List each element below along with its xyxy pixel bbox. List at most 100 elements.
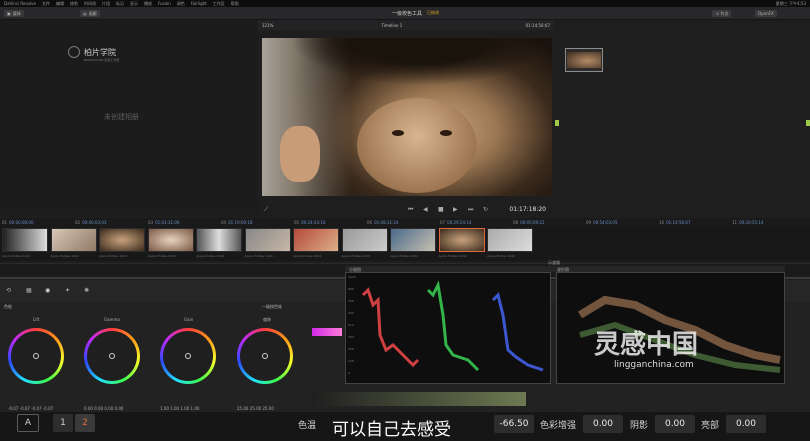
mac-menubar: DaVinci Resolve 文件 编辑 修剪 时间线 片段 标记 显示 播放… — [0, 0, 810, 7]
menu-trim[interactable]: 修剪 — [70, 1, 78, 7]
timeline-item[interactable]: 09 00:54:03:05 — [586, 220, 656, 225]
play-icon[interactable]: ▶ — [453, 206, 458, 213]
clip-thumbnail[interactable] — [147, 228, 194, 252]
clip-thumbnail[interactable] — [50, 228, 97, 252]
menu-help[interactable]: 帮助 — [231, 1, 239, 7]
offset-label: 偏移 — [263, 317, 271, 322]
clip-thumbnail[interactable] — [2, 228, 48, 252]
page-2-button[interactable]: 2 — [75, 414, 95, 432]
nodes-button[interactable]: ⤨ 节点 — [712, 10, 732, 17]
media-button[interactable]: ▣ 媒体 — [4, 10, 24, 17]
clip-thumbnail[interactable] — [99, 228, 145, 252]
menu-color[interactable]: 调色 — [177, 1, 185, 7]
menu-view[interactable]: 显示 — [130, 1, 138, 7]
gain-wheel[interactable] — [160, 328, 216, 384]
timeline-name[interactable]: Timeline 1 — [381, 23, 402, 28]
timeline-item[interactable]: 08 00:05:09:22 — [513, 220, 583, 225]
clip-thumbnail[interactable] — [438, 228, 485, 252]
color-match-icon[interactable]: ▦ — [26, 287, 32, 294]
a-mode-button[interactable]: A — [17, 414, 39, 432]
clip-number: 06 — [367, 220, 373, 225]
clip-thumbnail[interactable] — [487, 228, 533, 252]
gain-label: Gain — [184, 317, 194, 322]
timeline-item[interactable]: 01 00:00:00:00 — [2, 220, 72, 225]
gamma-handle[interactable] — [109, 353, 115, 359]
scope-scale-tick: 128 — [348, 359, 354, 363]
timeline-item[interactable]: 11 00:20:55:14 — [732, 220, 802, 225]
menu-workspace[interactable]: 工作区 — [213, 1, 225, 7]
menu-clip[interactable]: 片段 — [102, 1, 110, 7]
gamma-wheel[interactable] — [84, 328, 140, 384]
clip-number: 09 — [586, 220, 592, 225]
left-eye — [392, 130, 404, 136]
menu-file[interactable]: 文件 — [42, 1, 50, 7]
zoom-level[interactable]: 121% — [262, 23, 273, 28]
lift-wheel[interactable] — [8, 328, 64, 384]
color-temp-label: 色温 — [298, 421, 317, 431]
highlight-field[interactable]: 0.00 — [726, 415, 766, 433]
color-temp-field[interactable]: -66.50 — [494, 415, 534, 433]
rgb-mixer-icon[interactable]: ✺ — [84, 287, 89, 294]
child-hand — [280, 126, 320, 182]
skip-back-icon[interactable]: ⏮ — [408, 206, 413, 214]
wand-icon[interactable]: ⟋ — [264, 206, 268, 214]
loop-icon[interactable]: ↻ — [483, 206, 488, 213]
stop-icon[interactable]: ■ — [438, 206, 444, 213]
shadow-label: 阴影 — [630, 421, 649, 431]
timeline-item[interactable]: 02 00:40:03:03 — [75, 220, 145, 225]
curve-gradient-bar[interactable] — [312, 392, 526, 406]
hue-gradient-bar[interactable] — [312, 328, 342, 336]
openfx-button[interactable]: OpenFX — [755, 10, 777, 17]
node-01[interactable] — [565, 48, 603, 72]
offset-handle[interactable] — [262, 353, 268, 359]
clip-thumbnail[interactable] — [196, 228, 242, 252]
video-viewer[interactable] — [262, 38, 552, 196]
page-1-button[interactable]: 1 — [53, 414, 73, 432]
clip-timecode: 01:19:00:18 — [228, 220, 253, 225]
timeline-item[interactable]: 07 00:29:24:14 — [440, 220, 510, 225]
gallery-button[interactable]: ▤ 画廊 — [80, 10, 100, 17]
shadow-field[interactable]: 0.00 — [655, 415, 695, 433]
clip-thumbnail[interactable] — [390, 228, 436, 252]
window-title: 一级校色工具 — [392, 11, 423, 17]
timeline-item[interactable]: 03 01:01:31:06 — [148, 220, 218, 225]
gain-handle[interactable] — [185, 353, 191, 359]
clip-number: 02 — [75, 220, 81, 225]
color-wheels-icon[interactable]: ◉ — [45, 287, 50, 294]
offset-wheel[interactable] — [237, 328, 293, 384]
menu-edit[interactable]: 编辑 — [56, 1, 64, 7]
skip-forward-icon[interactable]: ⏭ — [468, 206, 473, 214]
lift-handle[interactable] — [33, 353, 39, 359]
nodes-icon: ⤨ — [715, 11, 719, 16]
app-name[interactable]: DaVinci Resolve — [4, 1, 36, 6]
clip-codec-label: Apple ProRes 4444 — [487, 254, 516, 258]
top-toolbar: ▣ 媒体 ▤ 画廊 一级校色工具 已修改 ⤨ 节点 OpenFX — [0, 7, 810, 20]
logo-subtext: BEDIAN.COM 影视工作室 — [84, 58, 120, 62]
empty-album-text: 未创建相册 — [104, 113, 139, 121]
menu-timeline[interactable]: 时间线 — [84, 1, 96, 7]
menu-fairlight[interactable]: Fairlight — [191, 1, 207, 6]
timeline-item[interactable]: 05 00:24:43:16 — [294, 220, 364, 225]
scopes-label: 示波器 — [548, 260, 560, 265]
menu-mark[interactable]: 标记 — [116, 1, 124, 7]
menu-fusion[interactable]: Fusion — [158, 1, 171, 6]
timeline-item[interactable]: 04 01:19:00:18 — [221, 220, 291, 225]
logo-text: 柏片学院 — [84, 48, 116, 57]
clip-thumbnail[interactable] — [244, 228, 291, 252]
color-boost-field[interactable]: 0.00 — [583, 415, 623, 433]
brain-logo-icon — [68, 46, 80, 58]
timeline-item[interactable]: 06 01:08:31:24 — [367, 220, 437, 225]
camera-raw-icon[interactable]: ⟲ — [6, 287, 11, 294]
menu-playback[interactable]: 播放 — [144, 1, 152, 7]
transport-controls: ⟋ ⏮ ◀ ■ ▶ ⏭ ↻ 01:17:18:20 — [258, 198, 554, 218]
clip-thumbnail[interactable] — [293, 228, 339, 252]
media-icon: ▣ — [7, 11, 11, 16]
clip-codec-label: Apple ProRes 4444 — [293, 254, 322, 258]
scope-scale-tick: 512 — [348, 323, 354, 327]
clip-number: 05 — [294, 220, 300, 225]
play-reverse-icon[interactable]: ◀ — [423, 206, 428, 213]
clip-thumbnail[interactable] — [341, 228, 388, 252]
timeline-item[interactable]: 10 01:14:56:07 — [659, 220, 729, 225]
hdr-icon[interactable]: ✦ — [65, 287, 70, 294]
clip-number: 11 — [732, 220, 738, 225]
